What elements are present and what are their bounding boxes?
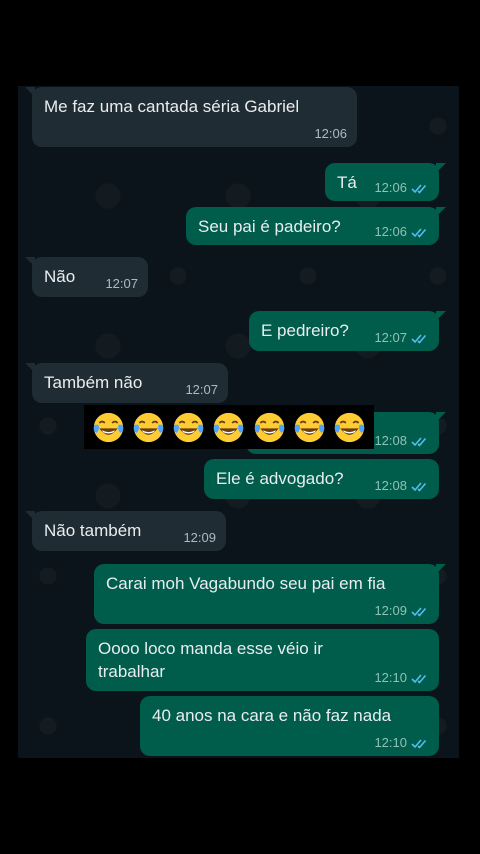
message-incoming[interactable]: Me faz uma cantada séria Gabriel 12:06 xyxy=(25,87,357,147)
message-text: Ele é advogado? xyxy=(216,469,344,488)
tears-of-joy-emoji-icon xyxy=(173,412,204,442)
message-text: Não xyxy=(44,267,76,286)
message-time: 12:08 xyxy=(374,478,407,493)
read-ticks-icon xyxy=(411,738,427,749)
tears-of-joy-emoji-icon xyxy=(214,412,244,442)
tears-of-joy-emoji-icon xyxy=(294,412,325,442)
tears-of-joy-emoji-icon xyxy=(133,412,164,442)
message-time: 12:07 xyxy=(185,382,218,397)
message-text: Oooo loco manda esse véio ir trabalhar xyxy=(98,639,323,681)
message-outgoing[interactable]: Seu pai é padeiro? 12:06 xyxy=(186,207,446,245)
message-time: 12:06 xyxy=(374,180,407,195)
message-time: 12:09 xyxy=(374,603,407,618)
message-outgoing[interactable]: E pedreiro? 12:07 xyxy=(249,311,446,351)
message-text: Tá xyxy=(337,173,357,192)
message-time: 12:10 xyxy=(374,735,407,750)
tears-of-joy-emoji-icon xyxy=(335,412,365,442)
message-text: Me faz uma cantada séria Gabriel xyxy=(44,97,300,116)
message-incoming[interactable]: Não 12:07 xyxy=(25,257,148,297)
message-time: 12:09 xyxy=(183,530,216,545)
message-outgoing[interactable]: Oooo loco manda esse véio ir trabalhar 1… xyxy=(86,629,439,691)
read-ticks-icon xyxy=(411,606,427,617)
message-time: 12:06 xyxy=(314,126,347,141)
message-text: 40 anos na cara e não faz nada xyxy=(152,706,392,725)
read-ticks-icon xyxy=(411,673,427,684)
message-time: 12:10 xyxy=(374,670,407,685)
tears-of-joy-emoji-icon xyxy=(254,412,285,442)
tears-of-joy-emoji-icon xyxy=(93,412,123,442)
message-text: E pedreiro? xyxy=(261,321,349,340)
emoji-overlay xyxy=(84,405,374,449)
message-time: 12:08 xyxy=(374,433,407,448)
message-text: Seu pai é padeiro? xyxy=(198,217,341,236)
message-outgoing[interactable]: Ele é advogado? 12:08 xyxy=(204,459,439,499)
read-ticks-icon xyxy=(411,227,427,238)
read-ticks-icon xyxy=(411,436,427,447)
read-ticks-icon xyxy=(411,333,427,344)
message-text: Carai moh Vagabundo seu pai em fia xyxy=(106,574,386,593)
message-incoming[interactable]: Também não 12:07 xyxy=(25,363,228,403)
message-incoming[interactable]: Não também 12:09 xyxy=(25,511,226,551)
read-ticks-icon xyxy=(411,481,427,492)
message-text: Também não xyxy=(44,373,143,392)
message-outgoing[interactable]: Tá 12:06 xyxy=(325,163,446,201)
message-outgoing[interactable]: 40 anos na cara e não faz nada 12:10 xyxy=(140,696,439,756)
message-time: 12:07 xyxy=(374,330,407,345)
message-time: 12:06 xyxy=(374,224,407,239)
message-outgoing[interactable]: Carai moh Vagabundo seu pai em fia 12:09 xyxy=(94,564,446,624)
message-time: 12:07 xyxy=(105,276,138,291)
message-text: Não também xyxy=(44,521,142,540)
read-ticks-icon xyxy=(411,183,427,194)
